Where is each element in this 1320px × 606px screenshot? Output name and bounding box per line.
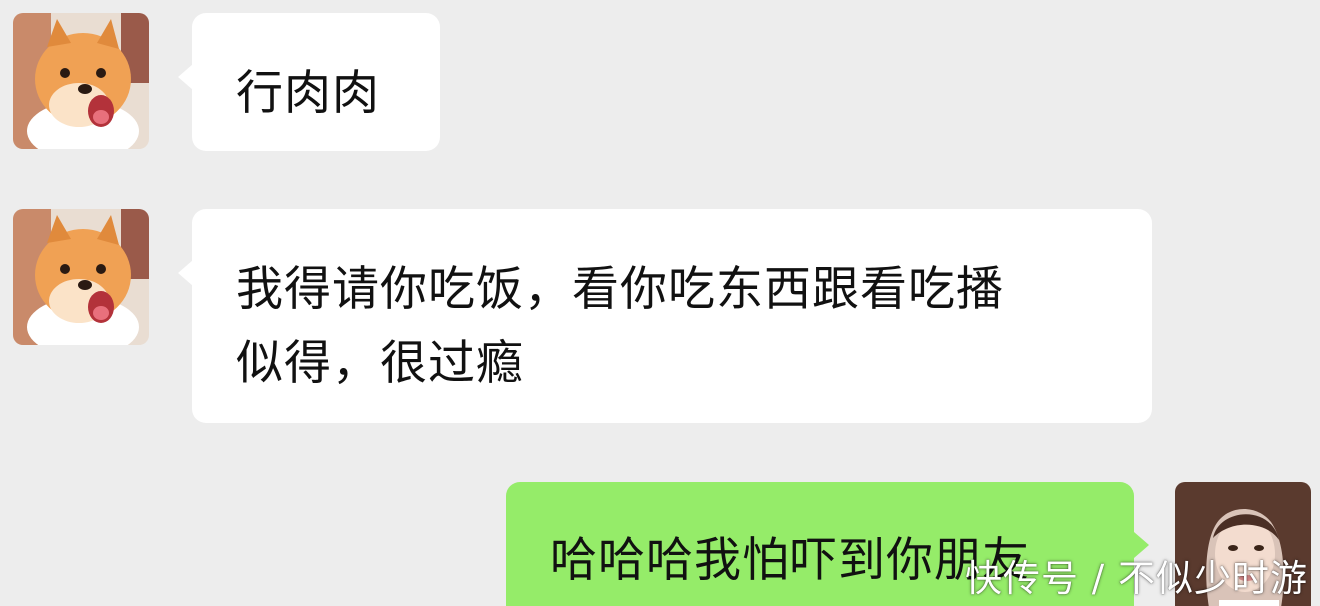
contact-avatar[interactable] xyxy=(13,209,149,345)
message-text: 行肉肉 xyxy=(236,66,380,121)
message-text-line-2: 似得，很过瘾 xyxy=(236,336,524,391)
chat-window: 行肉肉 我得请你吃饭，看你吃东西跟看吃播 似得，很过瘾 哈哈哈我怕吓到你朋友 快… xyxy=(0,0,1320,606)
incoming-message-bubble[interactable]: 我得请你吃饭，看你吃东西跟看吃播 似得，很过瘾 xyxy=(192,209,1152,423)
incoming-message-bubble[interactable]: 行肉肉 xyxy=(192,13,440,151)
message-text: 哈哈哈我怕吓到你朋友 xyxy=(550,533,1030,588)
watermark-text: 快传号 / 不似少时游 xyxy=(965,557,1308,600)
message-text-line-1: 我得请你吃饭，看你吃东西跟看吃播 xyxy=(236,262,1004,317)
pomeranian-dog-icon xyxy=(13,209,149,345)
contact-avatar[interactable] xyxy=(13,13,149,149)
bubble-tail xyxy=(178,260,193,286)
bubble-tail xyxy=(1134,532,1149,558)
bubble-tail xyxy=(178,64,193,90)
pomeranian-dog-icon xyxy=(13,13,149,149)
